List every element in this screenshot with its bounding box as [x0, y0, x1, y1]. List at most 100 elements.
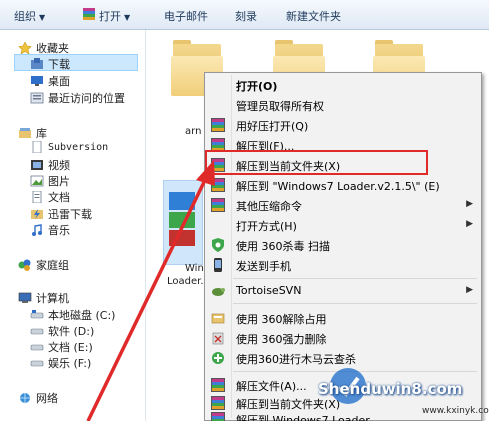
menu-item-open-with-haozip[interactable]: 用好压打开(Q)	[205, 115, 481, 135]
archive-label-2: Loader.	[167, 276, 204, 287]
unlock-icon	[211, 311, 225, 325]
nav-thunder-label: 迅雷下载	[48, 208, 92, 221]
nav-subversion[interactable]: Subversion	[30, 140, 108, 154]
nav-drive-c[interactable]: 本地磁盘 (C:)	[30, 307, 115, 323]
menu-item-label: TortoiseSVN	[236, 284, 302, 297]
chevron-down-icon: ▼	[124, 13, 131, 22]
menu-item-360-scan[interactable]: 使用 360杀毒 扫描	[205, 235, 481, 255]
menu-item-label: 使用 360解除占用	[236, 313, 327, 326]
folder-label: arn	[185, 126, 202, 137]
nav-thunder[interactable]: 迅雷下载	[30, 206, 92, 222]
navigation-pane: 收藏夹 下载 桌面 最近访问的位置 库 Subversion 视频 图片 文档 …	[0, 30, 146, 421]
thunder-download-icon	[30, 208, 44, 220]
menu-item-tortoisesvn[interactable]: TortoiseSVN ▶	[205, 281, 481, 301]
winrar-icon	[211, 412, 225, 421]
nav-computer-label: 计算机	[36, 292, 69, 305]
email-button[interactable]: 电子邮件	[164, 8, 208, 24]
nav-desktop-label: 桌面	[48, 75, 70, 88]
nav-pictures[interactable]: 图片	[30, 173, 70, 189]
nav-network[interactable]: 网络	[18, 390, 58, 406]
pictures-icon	[30, 175, 44, 187]
computer-icon	[18, 292, 32, 304]
chevron-down-icon: ▼	[39, 13, 46, 22]
submenu-arrow-icon: ▶	[466, 199, 473, 209]
network-icon	[18, 392, 32, 404]
nav-homegroup[interactable]: 家庭组	[18, 257, 69, 273]
drive-icon	[30, 325, 44, 337]
nav-libraries-label: 库	[36, 127, 47, 140]
organize-button[interactable]: 组织 ▼	[14, 8, 45, 24]
menu-item-label: 管理员取得所有权	[236, 100, 324, 113]
watermark-text-2: www.kxinyk.com	[422, 406, 489, 416]
nav-drive-f[interactable]: 娱乐 (F:)	[30, 355, 91, 371]
menu-item-take-ownership[interactable]: 管理员取得所有权	[205, 95, 481, 115]
winrar-icon	[211, 378, 225, 392]
watermark-text-1: Shenduwin8.com	[318, 380, 463, 398]
drive-icon	[30, 357, 44, 369]
nav-drive-d-label: 软件 (D:)	[48, 325, 95, 338]
menu-item-label: 用好压打开(Q)	[236, 120, 309, 133]
nav-music[interactable]: 音乐	[30, 222, 70, 238]
menu-item-other-compress[interactable]: 其他压缩命令 ▶	[205, 195, 481, 215]
nav-video[interactable]: 视频	[30, 157, 70, 173]
nav-computer[interactable]: 计算机	[18, 290, 69, 306]
menu-item-open-with[interactable]: 打开方式(H) ▶	[205, 215, 481, 235]
archive-icon	[211, 118, 225, 132]
nav-drive-d[interactable]: 软件 (D:)	[30, 323, 94, 339]
menu-item-360-unlock[interactable]: 使用 360解除占用	[205, 308, 481, 328]
new-folder-button[interactable]: 新建文件夹	[286, 8, 341, 24]
library-icon	[18, 127, 32, 139]
music-icon	[30, 224, 44, 236]
archive-icon	[211, 198, 225, 212]
archive-icon	[211, 178, 225, 192]
nav-documents-label: 文档	[48, 191, 70, 204]
winrar-archive-icon[interactable]	[163, 180, 203, 265]
nav-downloads-label: 下载	[48, 58, 70, 71]
menu-item-label: 解压到 "Windows7 Loader.v2.1.5\" (E)	[236, 180, 440, 193]
command-bar: 组织 ▼ 打开 ▼ 电子邮件 刻录 新建文件夹	[0, 0, 489, 30]
menu-separator	[233, 278, 477, 279]
winrar-icon	[83, 8, 95, 20]
menu-item-360-cloud-scan[interactable]: 使用360进行木马云查杀	[205, 348, 481, 368]
delete-icon	[211, 331, 225, 345]
menu-item-send-to-phone[interactable]: 发送到手机	[205, 255, 481, 275]
nav-desktop[interactable]: 桌面	[30, 73, 70, 89]
winrar-icon	[211, 396, 225, 410]
menu-item-360-force-delete[interactable]: 使用 360强力删除	[205, 328, 481, 348]
nav-documents[interactable]: 文档	[30, 189, 70, 205]
download-folder-icon	[30, 58, 44, 70]
document-icon	[30, 140, 44, 154]
nav-homegroup-label: 家庭组	[36, 259, 69, 272]
nav-video-label: 视频	[48, 159, 70, 172]
nav-libraries[interactable]: 库	[18, 125, 47, 141]
nav-recent[interactable]: 最近访问的位置	[30, 90, 125, 106]
nav-downloads[interactable]: 下载	[30, 56, 70, 72]
menu-item-label: 打开方式(H)	[236, 220, 297, 233]
annotation-highlight-box	[205, 150, 428, 175]
desktop-icon	[30, 75, 44, 87]
drive-icon	[30, 341, 44, 353]
nav-pictures-label: 图片	[48, 175, 70, 188]
recent-places-icon	[30, 92, 44, 104]
documents-icon	[30, 190, 44, 204]
phone-icon	[211, 258, 225, 272]
video-icon	[30, 159, 44, 171]
submenu-arrow-icon: ▶	[466, 219, 473, 229]
open-button[interactable]: 打开 ▼	[99, 8, 130, 24]
menu-item-label: 使用360进行木马云查杀	[236, 353, 356, 366]
nav-favorites[interactable]: 收藏夹	[18, 40, 69, 56]
shield-icon	[211, 238, 225, 252]
nav-drive-f-label: 娱乐 (F:)	[48, 357, 92, 370]
homegroup-icon	[18, 259, 32, 271]
menu-item-extract-to-folder[interactable]: 解压到 "Windows7 Loader.v2.1.5\" (E)	[205, 175, 481, 195]
burn-button[interactable]: 刻录	[235, 8, 257, 24]
open-label: 打开	[99, 10, 121, 23]
nav-drive-e[interactable]: 文档 (E:)	[30, 339, 93, 355]
drive-icon	[30, 309, 44, 321]
organize-label: 组织	[14, 10, 36, 23]
archive-label-1: Win	[185, 263, 204, 274]
cloud-scan-icon	[211, 351, 225, 365]
nav-music-label: 音乐	[48, 224, 70, 237]
menu-item-open[interactable]: 打开(O)	[205, 75, 481, 95]
nav-drive-e-label: 文档 (E:)	[48, 341, 93, 354]
